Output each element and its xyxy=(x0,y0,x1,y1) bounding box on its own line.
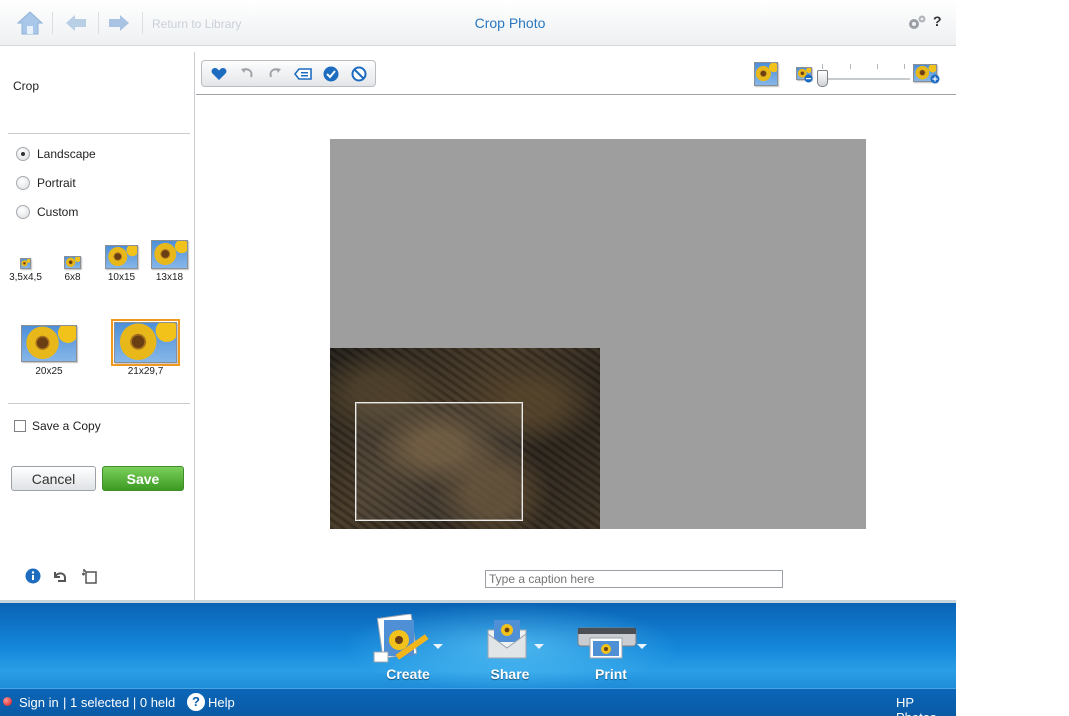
tag-icon xyxy=(294,68,312,80)
rotate-right-button[interactable] xyxy=(265,64,285,84)
print-action[interactable]: Print xyxy=(571,610,651,682)
reject-button[interactable] xyxy=(349,64,369,84)
sunflower-thumbnail xyxy=(105,245,138,269)
app-window: Return to Library Crop Photo ? Crop Land… xyxy=(0,0,956,716)
divider xyxy=(8,403,190,404)
create-icon xyxy=(373,614,429,663)
help-circle-icon[interactable]: ? xyxy=(187,693,205,711)
radio-label: Landscape xyxy=(37,147,96,161)
crop-canvas[interactable] xyxy=(330,139,866,529)
status-bar: Sign in | 1 selected | 0 held ? Help HP … xyxy=(0,688,956,716)
chevron-down-icon xyxy=(534,644,544,649)
size-preset-10x15[interactable]: 10x15 xyxy=(105,245,138,283)
size-preset-3-5x4-5[interactable]: 3,5x4,5 xyxy=(9,258,42,283)
rotate-left-button[interactable] xyxy=(237,64,257,84)
sunflower-thumbnail xyxy=(111,319,180,366)
sunflower-thumbnail xyxy=(20,258,31,269)
copy-icon xyxy=(82,569,97,584)
zoom-slider-handle[interactable] xyxy=(817,70,828,87)
divider xyxy=(8,133,190,134)
selection-status: | 1 selected | 0 held xyxy=(63,695,176,710)
crop-selection-box[interactable] xyxy=(355,402,523,521)
zoom-tick xyxy=(877,64,878,69)
zoom-tick xyxy=(822,64,823,69)
zoom-tick xyxy=(850,64,851,69)
sunflower-thumbnail xyxy=(151,240,188,269)
help-button[interactable]: ? xyxy=(933,13,942,29)
prohibited-icon xyxy=(351,66,367,82)
tag-button[interactable] xyxy=(293,64,313,84)
panel-title: Crop xyxy=(13,79,40,93)
checkbox-label: Save a Copy xyxy=(32,419,101,433)
size-preset-21x29-7[interactable]: 21x29,7 xyxy=(111,319,180,377)
chevron-down-icon xyxy=(637,644,647,649)
apply-button[interactable] xyxy=(321,64,341,84)
radio-custom[interactable]: Custom xyxy=(16,205,78,219)
radio-icon xyxy=(16,205,30,219)
toolbar-divider xyxy=(196,94,956,95)
zoom-slider-track[interactable] xyxy=(822,78,910,80)
radio-landscape[interactable]: Landscape xyxy=(16,147,96,161)
size-label: 20x25 xyxy=(35,366,63,377)
brand-label: HP Photos xyxy=(896,695,936,716)
help-link[interactable]: Help xyxy=(208,695,235,710)
minus-icon xyxy=(804,74,813,83)
size-label: 21x29,7 xyxy=(127,366,164,377)
printer-icon xyxy=(577,627,637,659)
status-pin-icon xyxy=(3,697,12,706)
size-preset-20x25[interactable]: 20x25 xyxy=(21,325,77,377)
envelope-icon xyxy=(487,620,527,659)
checkmark-circle-icon xyxy=(323,66,339,82)
chevron-down-icon xyxy=(433,644,443,649)
gear-icon xyxy=(909,15,926,29)
edit-history-button[interactable] xyxy=(80,567,98,585)
radio-icon xyxy=(16,147,30,161)
heart-icon xyxy=(211,68,227,80)
size-preset-6x8[interactable]: 6x8 xyxy=(64,256,81,283)
print-label: Print xyxy=(595,666,627,682)
radio-icon xyxy=(16,176,30,190)
sign-in-link[interactable]: Sign in xyxy=(19,695,59,710)
settings-button[interactable] xyxy=(906,13,928,33)
rotate-left-icon xyxy=(241,68,253,78)
radio-label: Portrait xyxy=(37,176,76,190)
create-label: Create xyxy=(386,666,430,682)
plus-icon xyxy=(930,74,940,84)
info-button[interactable] xyxy=(24,567,42,585)
sunflower-thumbnail xyxy=(64,256,81,269)
page-title: Crop Photo xyxy=(474,15,546,31)
size-label: 13x18 xyxy=(155,272,184,283)
size-preset-13x18[interactable]: 13x18 xyxy=(151,240,188,283)
revert-icon xyxy=(54,572,66,582)
sunflower-thumbnail xyxy=(21,325,77,362)
caption-input[interactable] xyxy=(485,570,783,588)
zoom-tick xyxy=(904,64,905,69)
info-icon xyxy=(25,568,41,584)
share-label: Share xyxy=(490,666,530,682)
save-a-copy-checkbox[interactable]: Save a Copy xyxy=(14,419,101,433)
checkbox-box xyxy=(14,420,26,432)
radio-portrait[interactable]: Portrait xyxy=(16,176,76,190)
edit-toolbar xyxy=(201,60,376,87)
radio-label: Custom xyxy=(37,205,79,219)
header-bar: Return to Library Crop Photo ? xyxy=(0,0,956,46)
undo-all-button[interactable] xyxy=(51,567,69,585)
fit-view-button[interactable] xyxy=(754,62,778,86)
favorite-button[interactable] xyxy=(209,64,229,84)
save-button[interactable]: Save xyxy=(102,466,184,491)
crop-options-panel: Crop Landscape Portrait Custom 3,5x4,5 6… xyxy=(0,52,195,600)
create-action[interactable]: Create xyxy=(368,610,448,682)
cancel-button[interactable]: Cancel xyxy=(11,466,96,491)
share-action[interactable]: Share xyxy=(470,610,550,682)
rotate-right-icon xyxy=(269,68,281,78)
